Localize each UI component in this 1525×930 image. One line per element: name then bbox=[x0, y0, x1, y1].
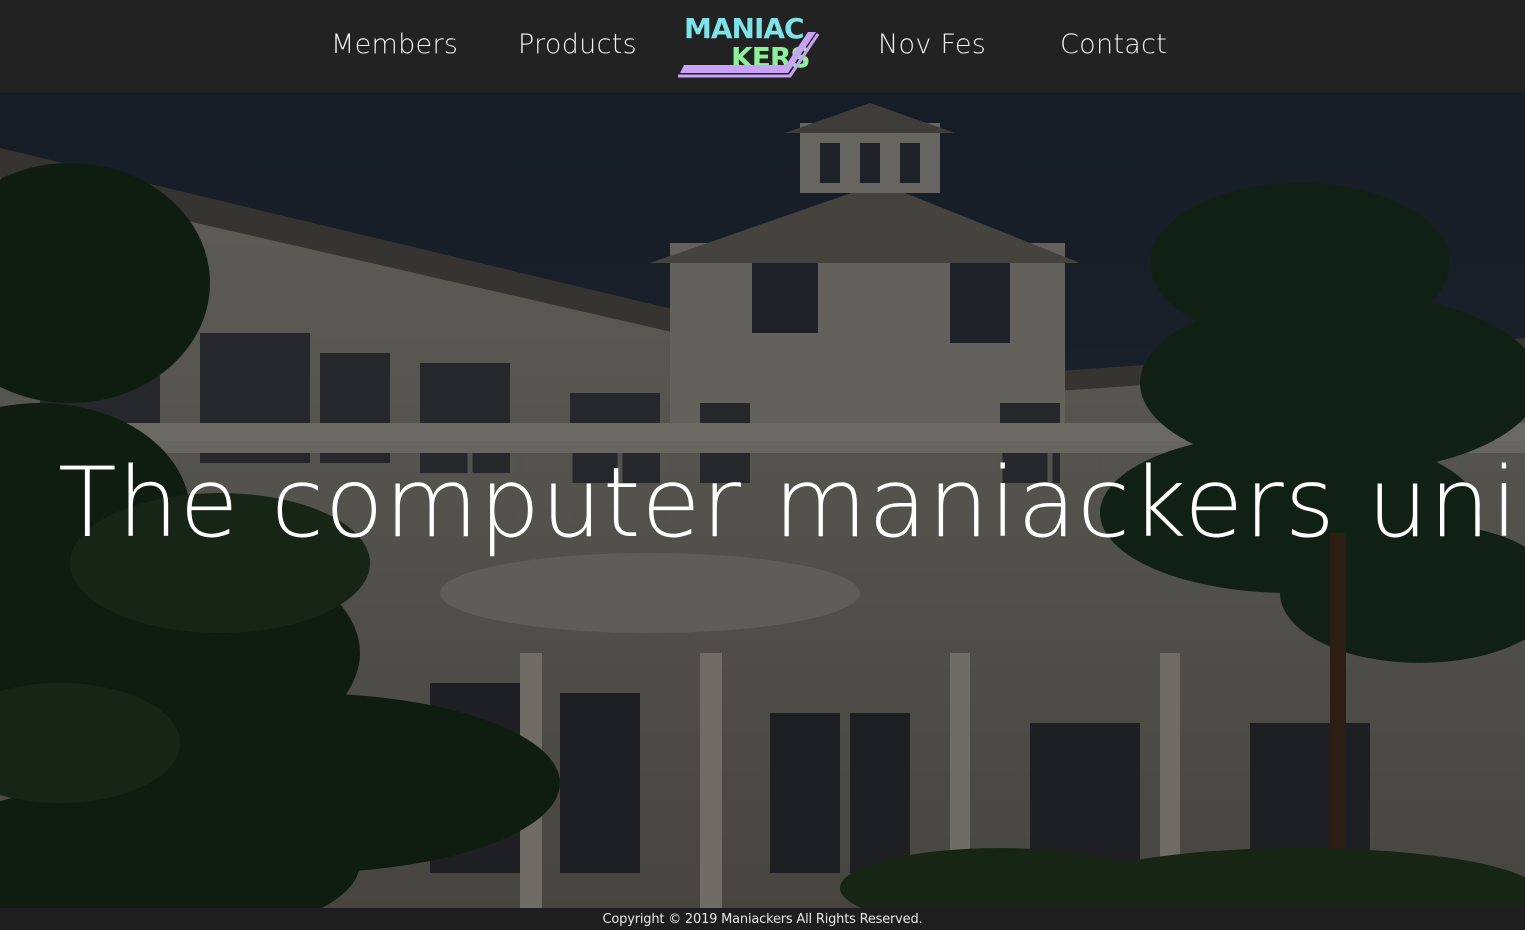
nav-link-contact[interactable]: Contact bbox=[1060, 27, 1167, 63]
nav-link-members[interactable]: Members bbox=[331, 27, 458, 63]
hero-section: The computer maniackers union. bbox=[0, 93, 1525, 908]
nav-link-nov-fes[interactable]: Nov Fes bbox=[878, 27, 986, 63]
site-footer: Copyright © 2019 Maniackers All Rights R… bbox=[0, 908, 1525, 930]
hero-title: The computer maniackers union. bbox=[58, 447, 1525, 559]
nav-link-products[interactable]: Products bbox=[518, 27, 637, 63]
site-header: Members Products MANIAC KERS Nov Fes Con… bbox=[0, 0, 1525, 93]
page: Members Products MANIAC KERS Nov Fes Con… bbox=[0, 0, 1525, 930]
maniackers-logo[interactable]: MANIAC KERS bbox=[676, 10, 822, 78]
copyright-text: Copyright © 2019 Maniackers All Rights R… bbox=[602, 912, 923, 927]
